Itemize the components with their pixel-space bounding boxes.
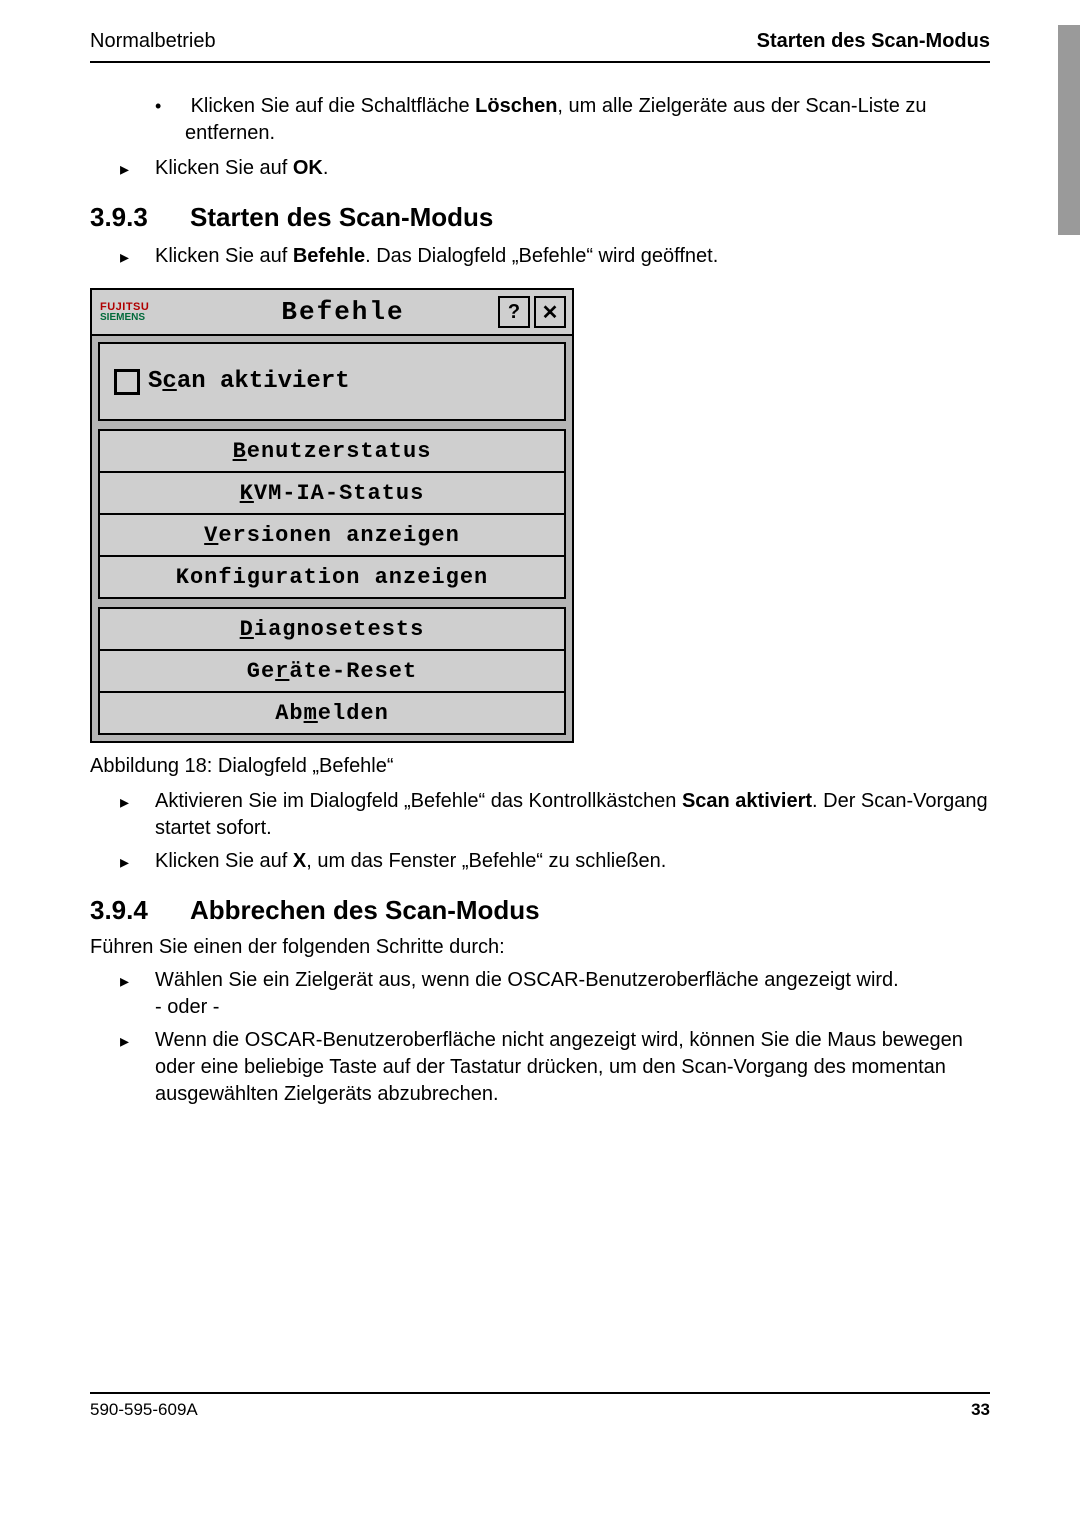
dialog-titlebar: FUJITSU SIEMENS Befehle ? ✕ (92, 290, 572, 336)
list-item: Wählen Sie ein Zielgerät aus, wenn die O… (120, 967, 990, 1021)
pre-arrow-list: Klicken Sie auf OK. (90, 155, 990, 182)
list-item: Klicken Sie auf X, um das Fenster „Befeh… (120, 848, 990, 875)
dialog-controls: ? ✕ (498, 296, 572, 328)
list-item: Klicken Sie auf Befehle. Das Dialogfeld … (120, 243, 990, 270)
list-item: Klicken Sie auf OK. (120, 155, 990, 182)
scan-aktiviert-label: Scan aktiviert (148, 368, 350, 395)
pre-dot-list: Klicken Sie auf die Schaltfläche Löschen… (90, 93, 990, 147)
close-button[interactable]: ✕ (534, 296, 566, 328)
diagnosetests-button[interactable]: Diagnosetests (100, 609, 564, 651)
figure-caption: Abbildung 18: Dialogfeld „Befehle“ (90, 755, 990, 778)
kvm-ia-status-button[interactable]: KVM-IA-Status (100, 473, 564, 515)
page: Normalbetrieb Starten des Scan-Modus Kli… (0, 0, 1080, 1460)
header-left: Normalbetrieb (90, 30, 216, 53)
dialog-title: Befehle (188, 297, 498, 327)
heading-394: 3.9.4Abbrechen des Scan-Modus (90, 895, 990, 926)
geraete-reset-button[interactable]: Geräte-Reset (100, 651, 564, 693)
list-item: Aktivieren Sie im Dialogfeld „Befehle“ d… (120, 788, 990, 842)
fujitsu-siemens-logo: FUJITSU SIEMENS (92, 302, 188, 323)
sec394-arrows: Wählen Sie ein Zielgerät aus, wenn die O… (90, 967, 990, 1108)
heading-393: 3.9.3Starten des Scan-Modus (90, 202, 990, 233)
scan-aktiviert-checkbox[interactable] (114, 369, 140, 395)
abmelden-button[interactable]: Abmelden (100, 693, 564, 733)
page-header: Normalbetrieb Starten des Scan-Modus (90, 30, 990, 63)
konfiguration-anzeigen-button[interactable]: Konfiguration anzeigen (100, 557, 564, 597)
versionen-anzeigen-button[interactable]: Versionen anzeigen (100, 515, 564, 557)
scan-aktiviert-row[interactable]: Scan aktiviert (114, 368, 550, 395)
page-number: 33 (971, 1400, 990, 1420)
scan-aktiviert-panel: Scan aktiviert (98, 342, 566, 421)
list-item: Klicken Sie auf die Schaltfläche Löschen… (185, 93, 990, 147)
header-right: Starten des Scan-Modus (757, 30, 990, 53)
dialog-button-group-2: Diagnosetests Geräte-Reset Abmelden (98, 607, 566, 735)
list-item: Wenn die OSCAR-Benutzeroberfläche nicht … (120, 1027, 990, 1108)
heading-number: 3.9.3 (90, 202, 190, 233)
side-tab (1058, 25, 1080, 235)
help-button[interactable]: ? (498, 296, 530, 328)
doc-number: 590-595-609A (90, 1400, 198, 1420)
dialog-button-group-1: Benutzerstatus KVM-IA-Status Versionen a… (98, 429, 566, 599)
heading-title: Abbrechen des Scan-Modus (190, 895, 540, 925)
sec394-intro: Führen Sie einen der folgenden Schritte … (90, 936, 990, 959)
befehle-dialog: FUJITSU SIEMENS Befehle ? ✕ Scan aktivie… (90, 288, 574, 743)
sec393-arrows: Klicken Sie auf Befehle. Das Dialogfeld … (90, 243, 990, 270)
dialog-body: Scan aktiviert Benutzerstatus KVM-IA-Sta… (92, 336, 572, 741)
heading-number: 3.9.4 (90, 895, 190, 926)
benutzerstatus-button[interactable]: Benutzerstatus (100, 431, 564, 473)
post-arrows: Aktivieren Sie im Dialogfeld „Befehle“ d… (90, 788, 990, 875)
heading-title: Starten des Scan-Modus (190, 202, 493, 232)
page-footer: 590-595-609A 33 (90, 1392, 990, 1420)
